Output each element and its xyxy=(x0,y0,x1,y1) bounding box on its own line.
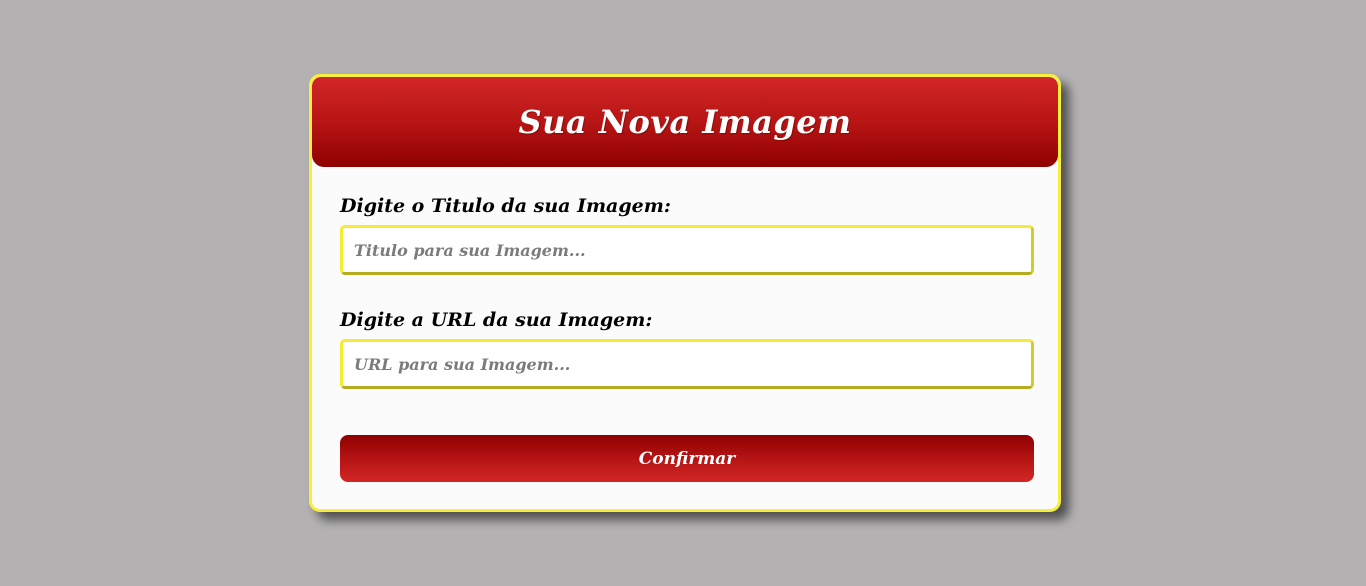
image-title-input[interactable] xyxy=(340,225,1034,275)
confirm-button[interactable]: Confirmar xyxy=(340,435,1034,482)
image-title-label: Digite o Titulo da sua Imagem: xyxy=(340,195,671,217)
image-url-label: Digite a URL da sua Imagem: xyxy=(340,309,653,331)
form-header: Sua Nova Imagem xyxy=(312,77,1058,167)
image-url-input[interactable] xyxy=(340,339,1034,389)
new-image-form-card: Sua Nova Imagem Digite o Titulo da sua I… xyxy=(309,74,1061,512)
form-title: Sua Nova Imagem xyxy=(518,103,852,141)
